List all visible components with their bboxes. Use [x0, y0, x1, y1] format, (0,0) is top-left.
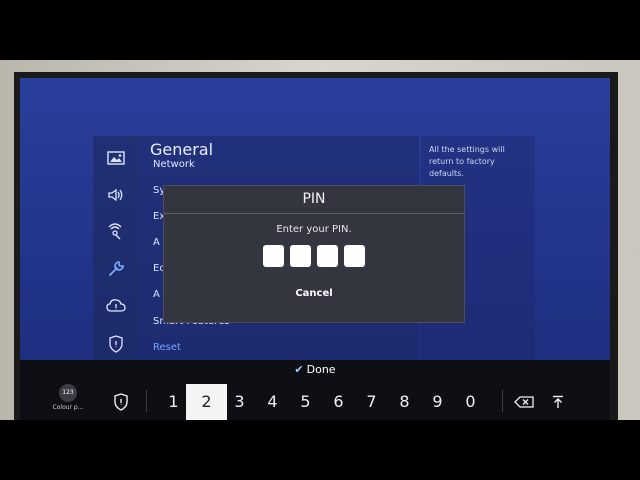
- picture-icon[interactable]: [104, 146, 128, 170]
- input-mode-button[interactable]: 123 Colour p...: [50, 384, 86, 411]
- pin-input[interactable]: [263, 245, 366, 267]
- page-title: General: [150, 140, 214, 159]
- cancel-button[interactable]: Cancel: [274, 288, 354, 299]
- menu-item-a1[interactable]: A: [153, 237, 160, 248]
- menu-item-a2[interactable]: A: [153, 289, 160, 300]
- broadcasting-icon[interactable]: [104, 220, 128, 244]
- mode-label: Colour p...: [52, 404, 84, 411]
- keyboard-divider: [502, 390, 503, 412]
- pin-digit-box[interactable]: [344, 245, 365, 267]
- menu-item-network[interactable]: Network: [153, 159, 195, 170]
- pin-dialog-title: PIN: [164, 186, 464, 214]
- check-icon: ✔: [294, 363, 304, 376]
- pin-prompt: Enter your PIN.: [276, 224, 352, 235]
- pin-digit-box[interactable]: [263, 245, 284, 267]
- onscreen-keyboard: ✔ Done 123 Colour p... 1 2 3 4 5 6 7 8 9 …: [20, 360, 610, 420]
- letterbox-bottom: [0, 420, 640, 480]
- pin-digit-box[interactable]: [317, 245, 338, 267]
- collapse-keyboard-icon[interactable]: [546, 391, 570, 413]
- done-button[interactable]: ✔ Done: [20, 363, 610, 376]
- settings-icon-rail: [93, 136, 139, 366]
- pin-dialog: PIN Enter your PIN. Cancel: [163, 185, 465, 323]
- menu-item-reset[interactable]: Reset: [153, 342, 181, 353]
- wrench-icon[interactable]: [104, 257, 128, 281]
- support-icon[interactable]: [104, 294, 128, 318]
- secure-input-shield-icon[interactable]: [110, 391, 132, 413]
- reset-description: All the settings will return to factory …: [429, 145, 505, 178]
- sound-icon[interactable]: [104, 183, 128, 207]
- keyboard-divider: [146, 390, 147, 412]
- done-label: Done: [306, 363, 336, 376]
- tv-screen: General Network Sy Ex A Ec A Smart Featu…: [20, 78, 610, 420]
- backspace-icon[interactable]: [512, 391, 536, 413]
- key-0[interactable]: 0: [450, 384, 491, 420]
- pin-digit-box[interactable]: [290, 245, 311, 267]
- mode-badge: 123: [59, 384, 77, 402]
- privacy-shield-icon[interactable]: [104, 332, 128, 356]
- letterbox-top: [0, 0, 640, 60]
